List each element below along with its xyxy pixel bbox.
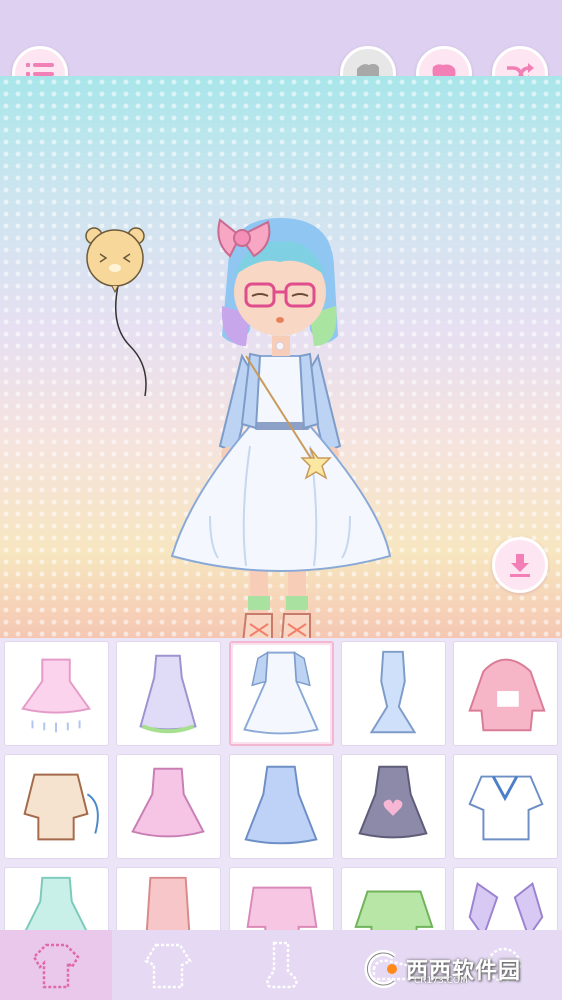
- green-sweater-icon: [354, 890, 434, 930]
- wardrobe-item[interactable]: [453, 641, 558, 746]
- purple-heart-dress-icon: [358, 765, 428, 839]
- wardrobe-item[interactable]: [4, 754, 109, 859]
- pink-sleeve-top-icon: [246, 886, 318, 930]
- wardrobe-item[interactable]: [4, 641, 109, 746]
- socks-tab[interactable]: [224, 930, 336, 1000]
- lavender-bows-icon: [468, 882, 544, 930]
- pink-tutu-dress-icon: [21, 658, 92, 733]
- outfit-icon: [32, 943, 80, 989]
- wardrobe-item[interactable]: [4, 867, 109, 930]
- blue-mermaid-dress-icon: [369, 650, 417, 734]
- wardrobe-panel: [0, 638, 562, 930]
- wardrobe-item[interactable]: [229, 754, 334, 859]
- top-bar: [0, 0, 562, 76]
- download-icon: [510, 554, 530, 577]
- watermark-logo-icon: [364, 950, 397, 988]
- wardrobe-item[interactable]: [116, 754, 221, 859]
- pink-kimono-icon: [145, 876, 191, 930]
- wardrobe-item[interactable]: [453, 867, 558, 930]
- socks-icon: [266, 941, 298, 989]
- wardrobe-item[interactable]: [229, 867, 334, 930]
- lavender-ribbon-dress-icon: [139, 654, 197, 734]
- outfit-tab[interactable]: [0, 930, 112, 1000]
- blue-collar-dress-icon: [244, 765, 318, 845]
- watermark-domain: CR173.COM: [414, 976, 468, 986]
- wardrobe-item[interactable]: [116, 867, 221, 930]
- jacket-tab[interactable]: [112, 930, 224, 1000]
- watermark: 西西软件园 CR173.COM: [362, 946, 542, 992]
- pink-bunny-hoodie-icon: [468, 658, 546, 732]
- sailor-top-icon: [468, 775, 544, 841]
- doll-character: [170, 218, 392, 638]
- wardrobe-item[interactable]: [341, 754, 446, 859]
- wardrobe-item-selected[interactable]: [229, 641, 334, 746]
- tan-strap-jacket-icon: [23, 773, 99, 841]
- wardrobe-item[interactable]: [341, 641, 446, 746]
- white-long-dress-icon: [243, 651, 319, 735]
- dress-up-stage: [0, 76, 562, 638]
- wardrobe-item[interactable]: [116, 641, 221, 746]
- save-button[interactable]: [492, 537, 548, 593]
- wardrobe-item[interactable]: [453, 754, 558, 859]
- pink-ruffle-dress-icon: [131, 767, 205, 838]
- jacket-icon: [144, 943, 192, 989]
- mint-lace-dress-icon: [24, 876, 88, 930]
- wardrobe-item[interactable]: [341, 867, 446, 930]
